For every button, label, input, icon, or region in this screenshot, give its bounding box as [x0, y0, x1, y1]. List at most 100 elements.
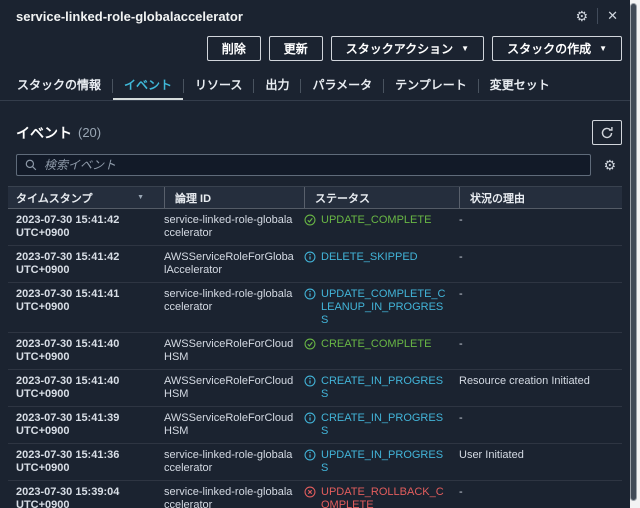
cell-timestamp: 2023-07-30 15:39:04 UTC+0900 [16, 481, 164, 508]
refresh-icon [600, 126, 614, 140]
settings-gear-icon[interactable]: ⚙ [576, 9, 589, 23]
table-row: 2023-07-30 15:41:42 UTC+0900AWSServiceRo… [8, 246, 622, 283]
cell-status: CREATE_IN_PROGRESS [304, 407, 459, 443]
cell-logical-id: AWSServiceRoleForCloudHSM [164, 370, 304, 406]
status-text: CREATE_IN_PROGRESS [321, 375, 449, 401]
title-bar: service-linked-role-globalaccelerator ⚙ … [0, 0, 630, 30]
cell-status-reason: Resource creation Initiated [459, 370, 622, 406]
table-body: 2023-07-30 15:41:42 UTC+0900service-link… [8, 209, 622, 508]
scrollbar-thumb[interactable] [630, 3, 637, 501]
cell-timestamp: 2023-07-30 15:41:40 UTC+0900 [16, 333, 164, 369]
cell-status: DELETE_SKIPPED [304, 246, 459, 282]
tab-0[interactable]: スタックの情報 [6, 71, 112, 100]
cell-status-reason: - [459, 481, 622, 508]
events-table: タイムスタンプ ▼ 論理 ID ステータス 状況の理由 2023-07-30 1… [8, 186, 622, 508]
cell-status: CREATE_COMPLETE [304, 333, 459, 369]
cell-status-reason: User Initiated [459, 444, 622, 480]
status-text: DELETE_SKIPPED [321, 251, 418, 264]
action-button-label: 削除 [222, 40, 246, 57]
stack-action-buttons: 削除 更新 スタックアクション ▼ スタックの作成 ▼ [0, 30, 630, 69]
column-header-status-reason[interactable]: 状況の理由 [459, 187, 622, 208]
titlebar-divider [597, 8, 598, 24]
tab-4[interactable]: パラメータ [301, 71, 383, 100]
action-button-0[interactable]: 削除 [207, 36, 261, 61]
events-search-row: ⚙ [0, 149, 630, 176]
cell-status: UPDATE_COMPLETE [304, 209, 459, 245]
action-button-3[interactable]: スタックの作成 ▼ [492, 36, 622, 61]
cell-status: UPDATE_IN_PROGRESS [304, 444, 459, 480]
refresh-button[interactable] [592, 120, 622, 145]
tab-3[interactable]: 出力 [254, 71, 300, 100]
cell-status: UPDATE_ROLLBACK_COMPLETE [304, 481, 459, 508]
cell-logical-id: service-linked-role-globalaccelerator [164, 283, 304, 332]
action-button-1[interactable]: 更新 [269, 36, 323, 61]
column-header-timestamp[interactable]: タイムスタンプ ▼ [16, 187, 164, 208]
status-text: CREATE_IN_PROGRESS [321, 412, 449, 438]
cell-timestamp: 2023-07-30 15:41:40 UTC+0900 [16, 370, 164, 406]
status-info-icon [304, 251, 316, 263]
search-box[interactable] [16, 154, 591, 176]
events-title: イベント [16, 123, 72, 143]
status-text: CREATE_COMPLETE [321, 338, 431, 351]
table-row: 2023-07-30 15:41:36 UTC+0900service-link… [8, 444, 622, 481]
table-row: 2023-07-30 15:41:42 UTC+0900service-link… [8, 209, 622, 246]
vertical-scrollbar[interactable] [630, 0, 640, 508]
table-row: 2023-07-30 15:41:40 UTC+0900AWSServiceRo… [8, 333, 622, 370]
page-title: service-linked-role-globalaccelerator [16, 9, 243, 24]
stack-tabs: スタックの情報イベントリソース出力パラメータテンプレート変更セット [0, 71, 630, 101]
tab-2[interactable]: リソース [184, 71, 253, 100]
action-button-2[interactable]: スタックアクション ▼ [331, 36, 484, 61]
status-text: UPDATE_IN_PROGRESS [321, 449, 449, 475]
column-header-status[interactable]: ステータス [304, 187, 459, 208]
action-button-label: スタックの作成 [507, 40, 591, 57]
cell-timestamp: 2023-07-30 15:41:42 UTC+0900 [16, 209, 164, 245]
table-row: 2023-07-30 15:41:41 UTC+0900service-link… [8, 283, 622, 333]
table-settings-gear-icon[interactable]: ⚙ [603, 158, 616, 172]
cell-logical-id: AWSServiceRoleForGlobalAccelerator [164, 246, 304, 282]
action-button-label: 更新 [284, 40, 308, 57]
cell-status-reason: - [459, 407, 622, 443]
status-info-icon [304, 288, 316, 300]
status-info-icon [304, 412, 316, 424]
events-count: (20) [78, 125, 101, 140]
cell-logical-id: AWSServiceRoleForCloudHSM [164, 333, 304, 369]
sort-desc-icon[interactable]: ▼ [137, 194, 144, 201]
stack-detail-panel: service-linked-role-globalaccelerator ⚙ … [0, 0, 630, 508]
cell-status: CREATE_IN_PROGRESS [304, 370, 459, 406]
tab-5[interactable]: テンプレート [384, 71, 478, 100]
status-success-icon [304, 214, 316, 226]
table-header-row: タイムスタンプ ▼ 論理 ID ステータス 状況の理由 [8, 186, 622, 209]
cell-status-reason: - [459, 333, 622, 369]
events-panel: イベント (20) ⚙ タイムスタン [0, 114, 630, 508]
search-icon [25, 159, 37, 171]
cell-timestamp: 2023-07-30 15:41:42 UTC+0900 [16, 246, 164, 282]
status-info-icon [304, 375, 316, 387]
cell-status-reason: - [459, 209, 622, 245]
cell-timestamp: 2023-07-30 15:41:36 UTC+0900 [16, 444, 164, 480]
tab-6[interactable]: 変更セット [479, 71, 561, 100]
status-error-icon [304, 486, 316, 498]
search-input[interactable] [44, 158, 582, 172]
action-button-label: スタックアクション [346, 40, 453, 57]
table-row: 2023-07-30 15:41:40 UTC+0900AWSServiceRo… [8, 370, 622, 407]
status-text: UPDATE_COMPLETE_CLEANUP_IN_PROGRESS [321, 288, 449, 327]
status-info-icon [304, 449, 316, 461]
status-text: UPDATE_COMPLETE [321, 214, 431, 227]
cell-status-reason: - [459, 283, 622, 332]
status-success-icon [304, 338, 316, 350]
chevron-down-icon: ▼ [599, 45, 607, 53]
cell-timestamp: 2023-07-30 15:41:39 UTC+0900 [16, 407, 164, 443]
cell-logical-id: service-linked-role-globalaccelerator [164, 209, 304, 245]
close-icon[interactable]: ✕ [607, 8, 618, 24]
cell-timestamp: 2023-07-30 15:41:41 UTC+0900 [16, 283, 164, 332]
table-row: 2023-07-30 15:41:39 UTC+0900AWSServiceRo… [8, 407, 622, 444]
status-text: UPDATE_ROLLBACK_COMPLETE [321, 486, 449, 508]
events-panel-header: イベント (20) [0, 114, 630, 149]
cell-status-reason: - [459, 246, 622, 282]
chevron-down-icon: ▼ [461, 45, 469, 53]
table-row: 2023-07-30 15:39:04 UTC+0900service-link… [8, 481, 622, 508]
cell-logical-id: service-linked-role-globalaccelerator [164, 444, 304, 480]
cell-logical-id: AWSServiceRoleForCloudHSM [164, 407, 304, 443]
column-header-logical-id[interactable]: 論理 ID [164, 187, 304, 208]
tab-1[interactable]: イベント [113, 71, 183, 100]
